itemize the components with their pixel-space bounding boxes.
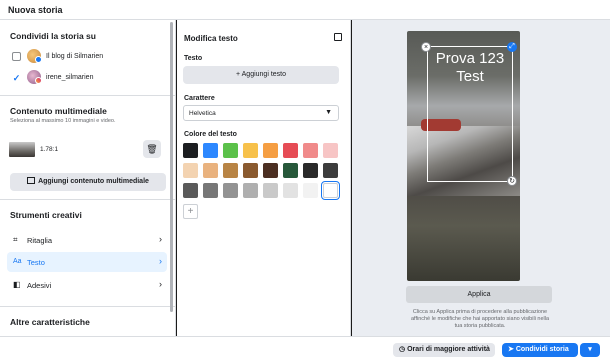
media-hint: Seleziona al massimo 10 immagini e video… xyxy=(10,118,116,124)
add-color-button[interactable]: + xyxy=(183,204,198,219)
collapse-panel-icon[interactable] xyxy=(334,33,342,41)
account-label-page: Il blog di Silmarien xyxy=(46,53,104,60)
color-swatch[interactable] xyxy=(263,183,278,198)
text-color-label: Colore del testo xyxy=(184,131,237,138)
rotate-icon[interactable]: ↻ xyxy=(507,176,517,186)
account-checkbox-page[interactable] xyxy=(12,52,21,61)
chevron-right-icon: › xyxy=(159,279,162,289)
footer: ◷ Orari di maggiore attività ➤ Condividi… xyxy=(0,336,610,361)
color-swatch[interactable] xyxy=(183,143,198,158)
color-swatch[interactable] xyxy=(321,181,340,200)
divider xyxy=(0,199,176,200)
apply-note: Clicca su Applica prima di procedere all… xyxy=(410,309,550,329)
color-swatch[interactable] xyxy=(203,143,218,158)
best-times-label: Orari di maggiore attività xyxy=(407,346,490,353)
color-swatch[interactable] xyxy=(223,183,238,198)
text-aa-icon: Aa xyxy=(13,258,22,265)
add-text-label: Aggiungi testo xyxy=(241,71,287,78)
tool-stickers-label: Adesivi xyxy=(27,281,52,290)
sticker-icon: ◧ xyxy=(13,280,21,289)
font-select-value: Helvetica xyxy=(189,110,216,117)
media-section-title: Contenuto multimediale xyxy=(10,106,107,116)
color-swatch[interactable] xyxy=(283,183,298,198)
media-thumbnail[interactable] xyxy=(9,142,35,157)
share-options-button[interactable]: ▾ xyxy=(580,343,600,357)
story-text[interactable]: Prova 123 Test xyxy=(427,50,513,86)
media-add-icon xyxy=(27,177,36,184)
edit-text-title: Modifica testo xyxy=(184,34,238,43)
color-swatch[interactable] xyxy=(303,183,318,198)
share-story-label: Condividi storia xyxy=(515,346,569,353)
font-label: Carattere xyxy=(184,95,215,102)
window-title: Nuova storia xyxy=(8,5,63,15)
color-swatch[interactable] xyxy=(283,163,298,178)
color-swatch[interactable] xyxy=(243,163,258,178)
color-swatch[interactable] xyxy=(323,163,338,178)
add-text-button[interactable]: + Aggiungi testo xyxy=(183,66,339,84)
facebook-badge-icon xyxy=(35,56,42,63)
clock-icon: ◷ xyxy=(399,346,408,353)
color-swatch[interactable] xyxy=(223,163,238,178)
close-icon[interactable]: × xyxy=(421,42,431,52)
tool-stickers[interactable]: ◧ Adesivi › xyxy=(7,275,167,295)
color-swatch[interactable] xyxy=(243,143,258,158)
font-select[interactable]: Helvetica ▼ xyxy=(183,105,339,121)
tool-crop-label: Ritaglia xyxy=(27,236,53,245)
tool-text-label: Testo xyxy=(27,258,45,267)
color-swatch[interactable] xyxy=(303,143,318,158)
resize-icon[interactable]: ⤢ xyxy=(507,42,517,52)
tool-text[interactable]: Aa Testo › xyxy=(7,252,167,272)
edit-text-panel: Modifica testo Testo + Aggiungi testo Ca… xyxy=(177,20,351,336)
apply-button[interactable]: Applica xyxy=(406,286,552,303)
color-swatch[interactable] xyxy=(183,183,198,198)
trash-icon: 🗑 xyxy=(146,144,158,154)
account-label-instagram: irene_silmarien xyxy=(46,74,94,81)
color-swatch[interactable] xyxy=(263,143,278,158)
color-swatch[interactable] xyxy=(203,183,218,198)
divider xyxy=(0,95,175,96)
add-media-button[interactable]: Aggiungi contenuto multimediale xyxy=(10,173,166,191)
chevron-right-icon: › xyxy=(159,234,162,244)
color-swatch[interactable] xyxy=(283,143,298,158)
color-swatch[interactable] xyxy=(183,163,198,178)
crop-icon: ⌗ xyxy=(13,235,18,244)
divider xyxy=(0,306,176,307)
add-media-label: Aggiungi contenuto multimediale xyxy=(38,178,149,185)
text-label: Testo xyxy=(184,55,203,62)
send-icon: ➤ xyxy=(508,346,516,353)
caret-down-icon: ▾ xyxy=(588,346,592,353)
color-swatch[interactable] xyxy=(223,143,238,158)
color-swatch[interactable] xyxy=(323,143,338,158)
color-swatch[interactable] xyxy=(243,183,258,198)
account-checkbox-instagram[interactable]: ✓ xyxy=(12,74,21,83)
share-section-title: Condividi la storia su xyxy=(10,31,96,41)
share-story-button[interactable]: ➤ Condividi storia xyxy=(502,343,578,357)
other-section-title: Altre caratteristiche xyxy=(10,317,90,327)
instagram-badge-icon xyxy=(35,77,42,84)
best-times-button[interactable]: ◷ Orari di maggiore attività xyxy=(393,343,495,357)
dropdown-arrow-icon: ▼ xyxy=(325,109,332,116)
color-swatch[interactable] xyxy=(303,163,318,178)
chevron-right-icon: › xyxy=(159,256,162,266)
title-bar: Nuova storia xyxy=(0,0,610,20)
color-swatch[interactable] xyxy=(263,163,278,178)
color-swatch[interactable] xyxy=(203,163,218,178)
tool-crop[interactable]: ⌗ Ritaglia › xyxy=(7,230,167,250)
tools-section-title: Strumenti creativi xyxy=(10,210,82,220)
delete-media-button[interactable]: 🗑 xyxy=(143,140,161,158)
media-ratio: 1.78:1 xyxy=(40,146,59,153)
left-panel-scrollbar[interactable] xyxy=(170,22,173,312)
